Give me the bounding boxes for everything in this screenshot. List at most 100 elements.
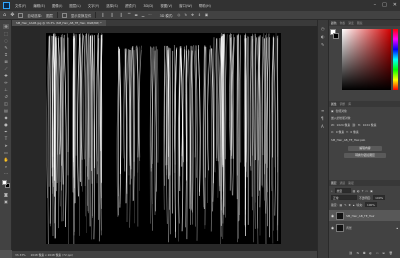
fill-field[interactable]: 100% bbox=[364, 202, 377, 207]
close-icon[interactable]: ✕ bbox=[393, 2, 397, 8]
delete-layer-icon[interactable]: 🗑︎ bbox=[389, 251, 393, 255]
history-brush-tool-icon[interactable]: ↺ bbox=[3, 94, 9, 99]
eraser-tool-icon[interactable]: ◫ bbox=[3, 101, 9, 106]
align-bottom-icon[interactable]: ▁ bbox=[142, 13, 145, 17]
menu-type[interactable]: 文字(Y) bbox=[88, 3, 100, 8]
more-options-icon[interactable]: ··· bbox=[148, 13, 151, 17]
healing-brush-tool-icon[interactable]: ✚ bbox=[3, 73, 9, 78]
tab-properties[interactable]: 属性 bbox=[331, 102, 337, 106]
3d-slide-icon[interactable]: ⇕ bbox=[198, 13, 201, 17]
blend-mode-dropdown[interactable]: 正常 bbox=[331, 195, 357, 200]
layer-row[interactable]: ◉ 背景 🔒︎ bbox=[329, 222, 400, 233]
color-picker-field[interactable] bbox=[342, 29, 391, 90]
transform-controls-checkbox[interactable] bbox=[61, 12, 67, 18]
layer-name[interactable]: 背景 bbox=[346, 226, 352, 230]
dodge-tool-icon[interactable]: ● bbox=[3, 122, 9, 127]
brush-panel-icon[interactable]: ✎ bbox=[321, 42, 326, 47]
edit-contents-button[interactable]: 编辑内容 bbox=[348, 146, 382, 151]
tab-gradients[interactable]: 渐变 bbox=[348, 21, 354, 25]
align-center-icon[interactable]: ▕▏ bbox=[109, 13, 114, 17]
align-top-icon[interactable]: ▔ bbox=[128, 13, 131, 17]
align-right-icon[interactable]: ▕▏ bbox=[119, 13, 124, 17]
canvas[interactable] bbox=[46, 33, 281, 244]
menu-3d[interactable]: 3D(D) bbox=[143, 4, 153, 8]
eyedropper-tool-icon[interactable]: ⟋ bbox=[3, 66, 9, 71]
visibility-eye-icon[interactable]: ◉ bbox=[331, 226, 334, 230]
path-select-tool-icon[interactable]: ➤ bbox=[3, 143, 9, 148]
tab-layers[interactable]: 图层 bbox=[331, 181, 337, 185]
filter-pixel-icon[interactable]: ▨ bbox=[353, 189, 356, 193]
auto-select-dropdown[interactable]: 图层 bbox=[46, 13, 53, 18]
new-group-icon[interactable]: ▭ bbox=[376, 251, 379, 255]
tab-color[interactable]: 颜色 bbox=[331, 21, 337, 25]
tab-swatches[interactable]: 色板 bbox=[340, 21, 346, 25]
menu-layer[interactable]: 图层(L) bbox=[69, 3, 80, 8]
quick-select-tool-icon[interactable]: ✎ bbox=[3, 45, 9, 50]
filter-search-icon[interactable]: ⌕ bbox=[331, 189, 333, 193]
minimize-icon[interactable]: – bbox=[374, 2, 377, 8]
background-color-swatch[interactable] bbox=[333, 33, 339, 39]
tab-patterns[interactable]: 图案 bbox=[357, 21, 363, 25]
add-mask-icon[interactable]: ◘ bbox=[363, 251, 365, 255]
align-middle-icon[interactable]: ▬ bbox=[135, 13, 138, 17]
zoom-level[interactable]: 33.33% bbox=[15, 253, 26, 257]
filter-type-icon[interactable]: T bbox=[362, 189, 364, 193]
tab-paths[interactable]: 路径 bbox=[348, 181, 354, 185]
lock-position-icon[interactable]: ✥ bbox=[349, 203, 351, 207]
lock-all-icon[interactable]: 🔒︎ bbox=[353, 203, 355, 207]
adjustments-panel-icon[interactable]: ◐ bbox=[321, 34, 326, 39]
rectangle-tool-icon[interactable]: ▭ bbox=[3, 150, 9, 155]
layer-filter-dropdown[interactable]: 类型 bbox=[334, 188, 351, 193]
layer-name[interactable]: SM_Hair_AB_TE_Hair bbox=[346, 214, 375, 218]
tab-libraries[interactable]: 库 bbox=[348, 102, 351, 106]
filter-adjustment-icon[interactable]: ◐ bbox=[357, 189, 359, 193]
menu-view[interactable]: 视图(V) bbox=[160, 3, 172, 8]
opacity-field[interactable]: 100% bbox=[373, 195, 386, 200]
gradient-tool-icon[interactable]: ▤ bbox=[3, 108, 9, 113]
home-icon[interactable]: ⌂ bbox=[3, 12, 6, 18]
x-value[interactable]: 0 像素 bbox=[336, 130, 344, 134]
align-left-icon[interactable]: ▕▏ bbox=[100, 13, 105, 17]
link-layers-icon[interactable]: ⛓ bbox=[349, 251, 353, 255]
quick-mask-icon[interactable]: ◙ bbox=[3, 192, 9, 197]
3d-roll-icon[interactable]: ↻ bbox=[184, 13, 187, 17]
tab-channels[interactable]: 通道 bbox=[340, 181, 346, 185]
screen-mode-icon[interactable]: ▣ bbox=[3, 199, 9, 204]
tab-adjustments[interactable]: 调整 bbox=[340, 102, 346, 106]
blur-tool-icon[interactable]: ◆ bbox=[3, 115, 9, 120]
crop-tool-icon[interactable]: ⌗ bbox=[3, 52, 9, 57]
visibility-eye-icon[interactable]: ◉ bbox=[331, 214, 334, 218]
clone-stamp-tool-icon[interactable]: ⊥ bbox=[3, 87, 9, 92]
marquee-tool-icon[interactable]: ⬚ bbox=[3, 31, 9, 36]
convert-to-linked-button[interactable]: 转换为链接图层 bbox=[344, 153, 386, 158]
lock-transparent-icon[interactable]: ▦ bbox=[340, 203, 343, 207]
filter-shape-icon[interactable]: ▭ bbox=[365, 189, 368, 193]
type-tool-icon[interactable]: T bbox=[3, 136, 9, 141]
character-panel-icon[interactable]: A bbox=[321, 124, 326, 129]
frame-tool-icon[interactable]: ⊠ bbox=[3, 59, 9, 64]
properties-panel-icon[interactable]: ≡ bbox=[321, 108, 326, 113]
3d-scale-icon[interactable]: ▣ bbox=[205, 13, 208, 17]
filter-smart-object-icon[interactable]: ▣ bbox=[370, 189, 373, 193]
history-panel-icon[interactable]: ◷ bbox=[321, 26, 326, 31]
menu-edit[interactable]: 编辑(E) bbox=[33, 3, 45, 8]
menu-filter[interactable]: 滤镜(T) bbox=[125, 3, 137, 8]
more-tools-icon[interactable]: ··· bbox=[3, 171, 9, 176]
width-value[interactable]: 1024 像素 bbox=[337, 123, 351, 127]
paragraph-panel-icon[interactable]: ¶ bbox=[321, 116, 326, 121]
pen-tool-icon[interactable]: ✒ bbox=[3, 129, 9, 134]
move-tool-icon[interactable]: ✥ bbox=[3, 24, 9, 29]
menu-select[interactable]: 选择(S) bbox=[106, 3, 118, 8]
layer-style-icon[interactable]: fx bbox=[357, 251, 360, 255]
menu-image[interactable]: 图像(I) bbox=[52, 3, 62, 8]
menu-help[interactable]: 帮助(H) bbox=[199, 3, 211, 8]
foreground-color-swatch[interactable] bbox=[2, 180, 7, 185]
new-layer-icon[interactable]: ⊞ bbox=[383, 251, 385, 255]
lock-paint-icon[interactable]: ✎ bbox=[344, 203, 346, 207]
brush-tool-icon[interactable]: ✏ bbox=[3, 80, 9, 85]
hand-tool-icon[interactable]: ✋ bbox=[3, 157, 9, 162]
layer-row[interactable]: ◉ SM_Hair_AB_TE_Hair bbox=[329, 210, 400, 221]
link-icon[interactable]: ⛓ bbox=[352, 123, 356, 127]
maximize-icon[interactable]: □ bbox=[382, 2, 387, 8]
height-value[interactable]: 1024 像素 bbox=[363, 123, 377, 127]
